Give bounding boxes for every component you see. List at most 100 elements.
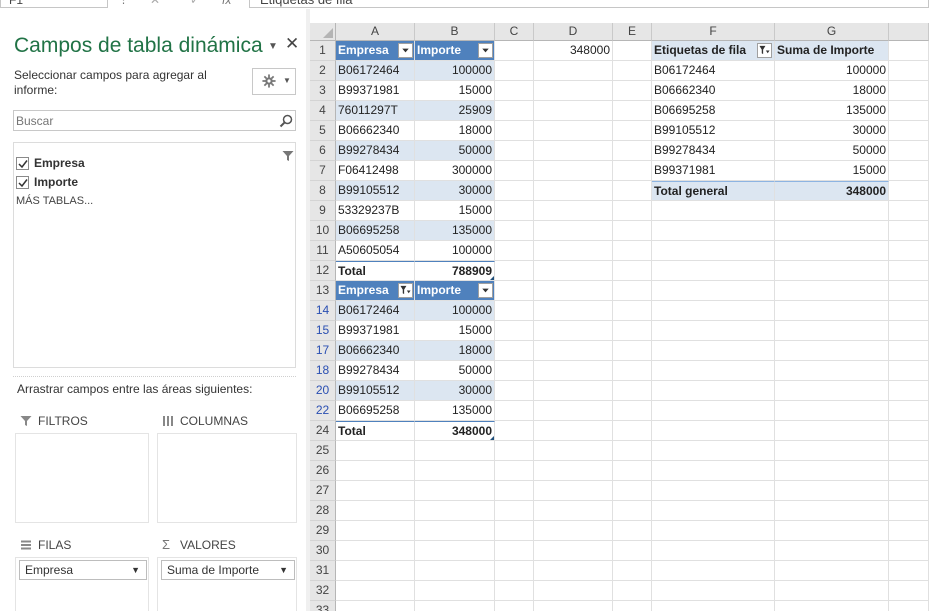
grid-cell[interactable]: [775, 341, 889, 361]
name-box[interactable]: F1: [0, 0, 108, 8]
pivot-row-label[interactable]: B99105512: [652, 121, 775, 141]
grid-cell[interactable]: [889, 521, 929, 541]
table2-cell-empresa[interactable]: B99278434: [336, 361, 415, 381]
grid-cell[interactable]: [652, 241, 775, 261]
table1-cell-importe[interactable]: 100000: [415, 241, 495, 261]
grid-cell[interactable]: [336, 481, 415, 501]
grid-cell[interactable]: [415, 581, 495, 601]
grid-cell[interactable]: [889, 121, 929, 141]
grid-cell[interactable]: [889, 481, 929, 501]
pivot-row-value[interactable]: 18000: [775, 81, 889, 101]
grid-cell[interactable]: [652, 221, 775, 241]
table2-cell-importe[interactable]: 18000: [415, 341, 495, 361]
checkbox[interactable]: [16, 157, 29, 170]
grid-cell[interactable]: [652, 321, 775, 341]
grid-cell[interactable]: [613, 221, 652, 241]
grid-cell[interactable]: [775, 421, 889, 441]
grid-cell[interactable]: [775, 541, 889, 561]
grid-cell[interactable]: [775, 241, 889, 261]
grid-cell[interactable]: [613, 81, 652, 101]
table1-cell-importe[interactable]: 15000: [415, 81, 495, 101]
grid-cell[interactable]: [534, 81, 613, 101]
filters-drop-area[interactable]: [15, 433, 149, 523]
filter-dropdown-icon[interactable]: [478, 43, 493, 58]
column-header-a[interactable]: A: [336, 23, 415, 41]
table1-cell-empresa[interactable]: B06662340: [336, 121, 415, 141]
table1-cell-importe[interactable]: 135000: [415, 221, 495, 241]
grid-cell[interactable]: [495, 501, 534, 521]
grid-cell[interactable]: [613, 141, 652, 161]
grid-cell[interactable]: [534, 521, 613, 541]
grid-cell[interactable]: [652, 441, 775, 461]
pivot-row-label[interactable]: B06172464: [652, 61, 775, 81]
table1-cell-empresa[interactable]: B99371981: [336, 81, 415, 101]
grid-cell[interactable]: [652, 381, 775, 401]
grid-cell[interactable]: [652, 561, 775, 581]
tools-button[interactable]: ▼: [252, 68, 296, 95]
grid-cell[interactable]: [889, 81, 929, 101]
pivot-grand-total-value[interactable]: 348000: [775, 181, 889, 201]
grid-cell[interactable]: [775, 461, 889, 481]
grid-cell[interactable]: [613, 261, 652, 281]
grid-cell[interactable]: [495, 461, 534, 481]
checkbox[interactable]: [16, 176, 29, 189]
grid-cell[interactable]: [336, 441, 415, 461]
search-input[interactable]: [14, 111, 274, 130]
grid-cell[interactable]: [775, 481, 889, 501]
grid-cell[interactable]: [613, 341, 652, 361]
grid-cell[interactable]: [889, 161, 929, 181]
grid-cell[interactable]: [775, 501, 889, 521]
grid-cell[interactable]: [495, 341, 534, 361]
filter-applied-icon[interactable]: [398, 283, 413, 298]
grid-cell[interactable]: [889, 41, 929, 61]
grid-cell[interactable]: [775, 221, 889, 241]
grid-cell[interactable]: [613, 561, 652, 581]
table2-cell-importe[interactable]: 50000: [415, 361, 495, 381]
grid-cell[interactable]: [889, 601, 929, 611]
grid-cell[interactable]: [415, 441, 495, 461]
grid-cell[interactable]: [613, 101, 652, 121]
grid-cell[interactable]: [613, 361, 652, 381]
table1-cell-empresa[interactable]: B06172464: [336, 61, 415, 81]
grid-cell[interactable]: [613, 41, 652, 61]
grid-cell[interactable]: [652, 481, 775, 501]
table1-cell-empresa[interactable]: A50605054: [336, 241, 415, 261]
table1-cell-importe[interactable]: 25909: [415, 101, 495, 121]
grid-cell[interactable]: [495, 481, 534, 501]
cancel-icon[interactable]: ✕: [150, 0, 160, 7]
grid-cell[interactable]: [889, 581, 929, 601]
grid-cell[interactable]: [495, 221, 534, 241]
grid-cell[interactable]: [889, 181, 929, 201]
grid-cell[interactable]: [889, 461, 929, 481]
row-header-4[interactable]: 4: [310, 101, 336, 121]
column-header-c[interactable]: C: [495, 23, 534, 41]
table-resize-handle[interactable]: [490, 436, 494, 440]
row-header-11[interactable]: 11: [310, 241, 336, 261]
grid-cell[interactable]: [775, 441, 889, 461]
table1-cell-empresa[interactable]: 53329237B: [336, 201, 415, 221]
grid-cell[interactable]: [775, 561, 889, 581]
table1-cell-importe[interactable]: 30000: [415, 181, 495, 201]
table2-cell-empresa[interactable]: B06695258: [336, 401, 415, 421]
grid-cell[interactable]: [415, 501, 495, 521]
grid-cell[interactable]: [652, 461, 775, 481]
grid-cell[interactable]: [495, 281, 534, 301]
row-header-1[interactable]: 1: [310, 41, 336, 61]
filter-dropdown-icon[interactable]: [398, 43, 413, 58]
grid-cell[interactable]: [495, 121, 534, 141]
column-header-d[interactable]: D: [534, 23, 613, 41]
grid-cell[interactable]: [613, 541, 652, 561]
grid-cell[interactable]: [495, 61, 534, 81]
row-header-24[interactable]: 24: [310, 421, 336, 441]
pivot-row-value[interactable]: 100000: [775, 61, 889, 81]
table2-total-value[interactable]: 348000: [415, 421, 495, 441]
grid-cell[interactable]: [889, 321, 929, 341]
table2-header-importe[interactable]: Importe: [415, 281, 495, 301]
table1-total-label[interactable]: Total: [336, 261, 415, 281]
grid-cell[interactable]: [775, 521, 889, 541]
grid-cell[interactable]: [775, 381, 889, 401]
grid-cell[interactable]: [652, 601, 775, 611]
grid-cell[interactable]: [613, 161, 652, 181]
pivot-row-value[interactable]: 15000: [775, 161, 889, 181]
grid-cell[interactable]: [534, 581, 613, 601]
